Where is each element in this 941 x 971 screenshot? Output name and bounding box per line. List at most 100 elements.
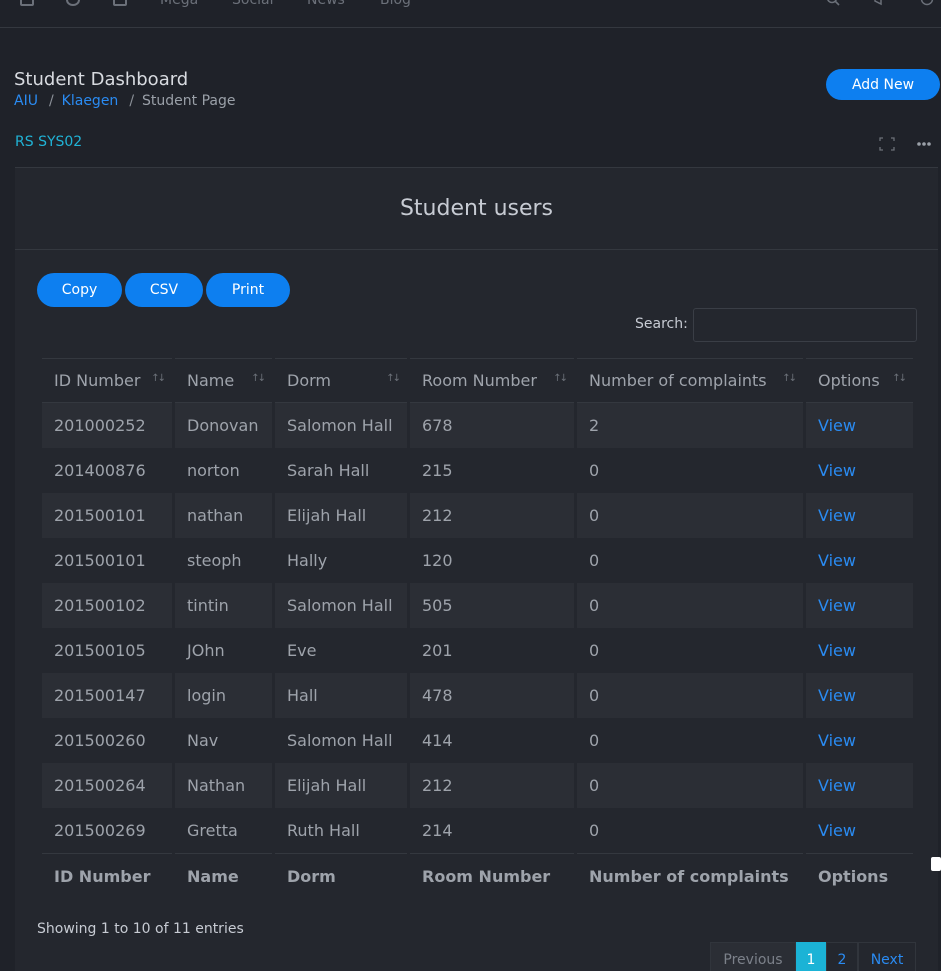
search-input[interactable] — [693, 308, 917, 342]
table-row: 201500102 tintin Salomon Hall 505 0 View — [42, 583, 913, 628]
megaphone-icon[interactable] — [873, 0, 887, 6]
cell-complaints: 0 — [577, 538, 803, 583]
view-link[interactable]: View — [806, 808, 913, 853]
fullscreen-icon[interactable] — [879, 137, 895, 151]
cell-dorm: Salomon Hall — [275, 403, 407, 448]
view-link[interactable]: View — [806, 718, 913, 763]
page-title: Student Dashboard — [14, 69, 189, 90]
footer-room-number: Room Number — [410, 853, 574, 898]
cell-dorm: Hall — [275, 673, 407, 718]
search-label: Search: — [635, 316, 688, 332]
footer-name: Name — [175, 853, 272, 898]
grid-icon[interactable] — [20, 0, 34, 6]
cell-complaints: 0 — [577, 808, 803, 853]
cell-name: norton — [175, 448, 272, 493]
cell-complaints: 0 — [577, 628, 803, 673]
breadcrumb: AIU / Klaegen / Student Page — [14, 93, 236, 109]
copy-button[interactable]: Copy — [37, 273, 122, 307]
column-header-id-number[interactable]: ID Number ↑↓ — [42, 358, 172, 403]
cell-id-number: 201400876 — [42, 448, 172, 493]
nav-item-mega[interactable]: Mega — [160, 0, 198, 8]
sort-icon: ↑↓ — [386, 373, 401, 384]
cell-id-number: 201500264 — [42, 763, 172, 808]
cell-name: Nathan — [175, 763, 272, 808]
cell-id-number: 201000252 — [42, 403, 172, 448]
cell-dorm: Salomon Hall — [275, 583, 407, 628]
view-link[interactable]: View — [806, 448, 913, 493]
table-row: 201000252 Donovan Salomon Hall 678 2 Vie… — [42, 403, 913, 448]
page-1-button[interactable]: 1 — [796, 942, 826, 971]
nav-item-social[interactable]: Social — [232, 0, 274, 8]
card-label: RS SYS02 — [15, 134, 83, 150]
view-link[interactable]: View — [806, 763, 913, 808]
cell-room-number: 212 — [410, 493, 574, 538]
nav-item-news[interactable]: News — [307, 0, 345, 8]
column-header-complaints[interactable]: Number of complaints ↑↓ — [577, 358, 803, 403]
view-link[interactable]: View — [806, 628, 913, 673]
cell-complaints: 2 — [577, 403, 803, 448]
view-link[interactable]: View — [806, 673, 913, 718]
column-header-name[interactable]: Name ↑↓ — [175, 358, 272, 403]
cell-room-number: 201 — [410, 628, 574, 673]
cell-complaints: 0 — [577, 448, 803, 493]
view-link[interactable]: View — [806, 403, 913, 448]
table-row: 201400876 norton Sarah Hall 215 0 View — [42, 448, 913, 493]
cell-name: nathan — [175, 493, 272, 538]
nav-item-blog[interactable]: Blog — [380, 0, 411, 8]
cell-room-number: 478 — [410, 673, 574, 718]
settings-icon[interactable] — [66, 0, 80, 6]
column-header-dorm[interactable]: Dorm ↑↓ — [275, 358, 407, 403]
add-new-button[interactable]: Add New — [826, 69, 940, 100]
breadcrumb-item-klaegen[interactable]: Klaegen — [62, 93, 119, 109]
cell-id-number: 201500105 — [42, 628, 172, 673]
card-header: Student users — [15, 168, 938, 250]
cell-name: Donovan — [175, 403, 272, 448]
cell-complaints: 0 — [577, 583, 803, 628]
top-navbar: Mega Social News Blog — [0, 0, 941, 28]
student-table: ID Number ↑↓ Name ↑↓ Dorm ↑↓ Room Number ↑↓ … — [39, 358, 916, 898]
table-row: 201500101 nathan Elijah Hall 212 0 View — [42, 493, 913, 538]
cell-dorm: Salomon Hall — [275, 718, 407, 763]
layers-icon[interactable] — [113, 0, 127, 6]
cell-dorm: Ruth Hall — [275, 808, 407, 853]
cell-name: JOhn — [175, 628, 272, 673]
print-button[interactable]: Print — [206, 273, 290, 307]
table-row: 201500101 steoph Hally 120 0 View — [42, 538, 913, 583]
cell-room-number: 214 — [410, 808, 574, 853]
cell-dorm: Elijah Hall — [275, 763, 407, 808]
cell-dorm: Elijah Hall — [275, 493, 407, 538]
power-icon[interactable] — [920, 0, 934, 6]
cell-name: Nav — [175, 718, 272, 763]
footer-dorm: Dorm — [275, 853, 407, 898]
more-icon[interactable] — [917, 141, 933, 147]
table-row: 201500260 Nav Salomon Hall 414 0 View — [42, 718, 913, 763]
cell-id-number: 201500269 — [42, 808, 172, 853]
view-link[interactable]: View — [806, 538, 913, 583]
sort-icon: ↑↓ — [892, 373, 907, 384]
next-page-button[interactable]: Next — [858, 942, 916, 971]
page-2-button[interactable]: 2 — [826, 942, 858, 971]
search-icon[interactable] — [826, 0, 840, 6]
cell-id-number: 201500101 — [42, 493, 172, 538]
view-link[interactable]: View — [806, 583, 913, 628]
breadcrumb-item-aiu[interactable]: AIU — [14, 93, 38, 109]
cell-room-number: 215 — [410, 448, 574, 493]
cell-room-number: 212 — [410, 763, 574, 808]
table-info: Showing 1 to 10 of 11 entries — [37, 921, 244, 937]
table-row: 201500105 JOhn Eve 201 0 View — [42, 628, 913, 673]
sort-icon: ↑↓ — [251, 373, 266, 384]
column-header-options[interactable]: Options ↑↓ — [806, 358, 913, 403]
previous-page-button[interactable]: Previous — [710, 942, 796, 971]
cell-room-number: 120 — [410, 538, 574, 583]
csv-button[interactable]: CSV — [125, 273, 203, 307]
view-link[interactable]: View — [806, 493, 913, 538]
pagination: Previous 1 2 Next — [710, 942, 916, 971]
column-header-room-number[interactable]: Room Number ↑↓ — [410, 358, 574, 403]
card-title: Student users — [399, 196, 554, 221]
cell-dorm: Hally — [275, 538, 407, 583]
sort-icon: ↑↓ — [782, 373, 797, 384]
cell-complaints: 0 — [577, 763, 803, 808]
cell-room-number: 414 — [410, 718, 574, 763]
scrollbar-thumb[interactable] — [931, 857, 941, 871]
breadcrumb-separator: / — [48, 93, 54, 109]
